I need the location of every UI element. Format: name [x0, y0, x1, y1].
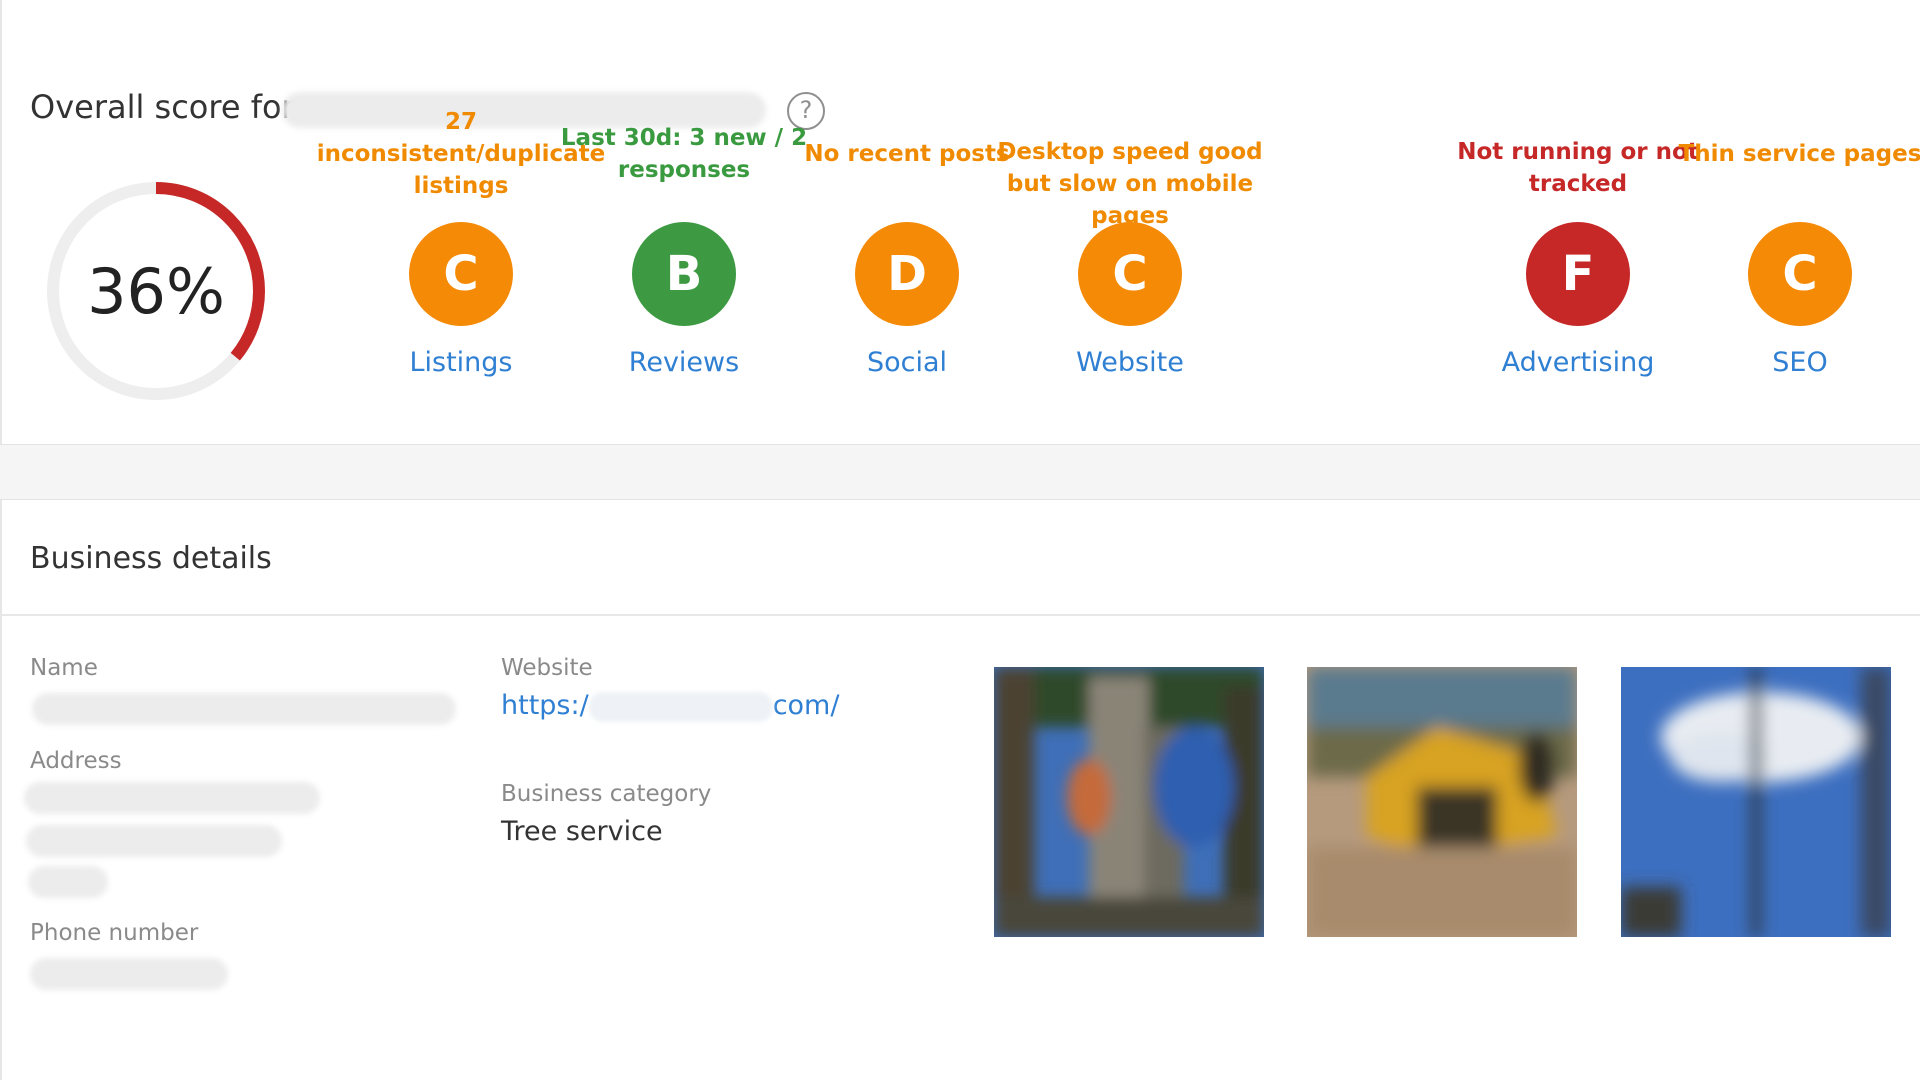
grade-badge: C	[1078, 222, 1182, 326]
left-border	[0, 0, 2, 1080]
redacted-phone-value	[30, 958, 228, 990]
redacted-address-line-3	[28, 866, 108, 898]
section-divider	[0, 614, 1920, 616]
business-photo-2[interactable]	[1307, 667, 1577, 937]
website-label: Website	[501, 655, 593, 681]
redacted-domain	[588, 691, 773, 722]
website-link[interactable]: https:/com/	[501, 690, 839, 722]
overall-score-title: Overall score for	[30, 88, 295, 126]
overall-score-value: 36%	[87, 254, 225, 328]
grade-badge: C	[409, 222, 513, 326]
category-note: Thin service pages	[1678, 141, 1920, 167]
grade-badge: F	[1526, 222, 1630, 326]
redacted-address-line-1	[24, 782, 320, 814]
business-photo-1[interactable]	[994, 667, 1264, 937]
section-divider-band	[0, 444, 1920, 500]
business-details-title: Business details	[30, 541, 272, 576]
grade-badge: C	[1748, 222, 1852, 326]
business-category-label: Business category	[501, 781, 712, 807]
grade-badge: B	[632, 222, 736, 326]
business-photo-3[interactable]	[1621, 667, 1891, 937]
phone-label: Phone number	[30, 920, 199, 946]
category-link-website[interactable]: Website	[980, 347, 1280, 378]
business-category-value: Tree service	[501, 816, 663, 847]
grade-badge: D	[855, 222, 959, 326]
address-label: Address	[30, 748, 122, 774]
category-link-seo[interactable]: SEO	[1650, 347, 1920, 378]
name-label: Name	[30, 655, 98, 681]
category-note: Desktop speed good but slow on mobile pa…	[997, 139, 1263, 229]
redacted-address-line-2	[26, 825, 282, 857]
redacted-name-value	[32, 693, 456, 725]
